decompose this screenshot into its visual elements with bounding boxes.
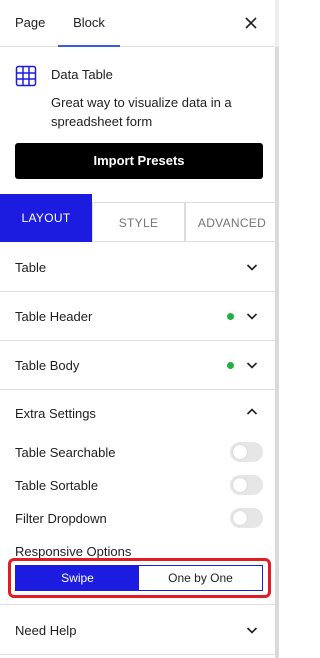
filter-dropdown-toggle[interactable]	[230, 508, 263, 528]
toggle-label: Table Sortable	[15, 478, 99, 493]
panel-extra-settings-label[interactable]: Extra Settings	[15, 389, 96, 438]
panel-table-body[interactable]: Table Body	[0, 341, 275, 390]
panel-extra-settings: Extra Settings Table Searchable Table So…	[0, 389, 275, 605]
table-sortable-toggle[interactable]	[230, 475, 263, 495]
toggle-row-searchable: Table Searchable	[15, 442, 263, 464]
scrollbar-thumb[interactable]	[275, 47, 279, 658]
option-swipe[interactable]: Swipe	[16, 566, 139, 590]
close-icon[interactable]	[241, 13, 261, 33]
toggle-knob	[233, 445, 247, 459]
chevron-down-icon	[246, 313, 258, 320]
block-card: Data Table Great way to visualize data i…	[0, 48, 275, 194]
tab-advanced[interactable]: ADVANCED	[185, 202, 279, 242]
toggle-knob	[233, 511, 247, 525]
status-dot	[227, 313, 234, 320]
panel-table-label: Table	[15, 260, 47, 275]
chevron-down-icon	[246, 362, 258, 369]
import-presets-button[interactable]: Import Presets	[15, 143, 263, 179]
toggle-row-sortable: Table Sortable	[15, 475, 263, 497]
toggle-row-filter: Filter Dropdown	[15, 508, 263, 530]
status-dot	[227, 362, 234, 369]
chevron-down-icon	[246, 264, 258, 271]
toggle-knob	[233, 478, 247, 492]
tab-style[interactable]: STYLE	[92, 202, 185, 242]
table-icon	[15, 65, 37, 87]
sidebar-scrollbar[interactable]	[275, 0, 279, 658]
chevron-down-icon	[246, 627, 258, 634]
chevron-up-icon[interactable]	[246, 406, 258, 418]
block-title: Data Table	[51, 67, 113, 82]
panel-need-help[interactable]: Need Help	[0, 606, 275, 655]
toggle-label: Table Searchable	[15, 445, 116, 460]
panel-table-header[interactable]: Table Header	[0, 292, 275, 341]
panel-need-help-label: Need Help	[15, 623, 77, 638]
table-searchable-toggle[interactable]	[230, 442, 263, 462]
option-one-by-one[interactable]: One by One	[139, 566, 262, 590]
block-description: Great way to visualize data in a spreads…	[51, 95, 232, 129]
tab-block[interactable]: Block	[58, 0, 120, 47]
responsive-options-control: Swipe One by One	[15, 565, 263, 591]
inspector-tabs: LAYOUT STYLE ADVANCED	[0, 194, 279, 242]
tab-layout[interactable]: LAYOUT	[0, 194, 92, 242]
toggle-label: Filter Dropdown	[15, 511, 107, 526]
sidebar-header: Page Block	[0, 0, 275, 47]
panel-table-body-label: Table Body	[15, 358, 80, 373]
panel-table-header-label: Table Header	[15, 309, 93, 324]
panel-table[interactable]: Table	[0, 243, 275, 292]
responsive-options-label: Responsive Options	[15, 544, 132, 559]
tab-page[interactable]: Page	[15, 0, 45, 46]
